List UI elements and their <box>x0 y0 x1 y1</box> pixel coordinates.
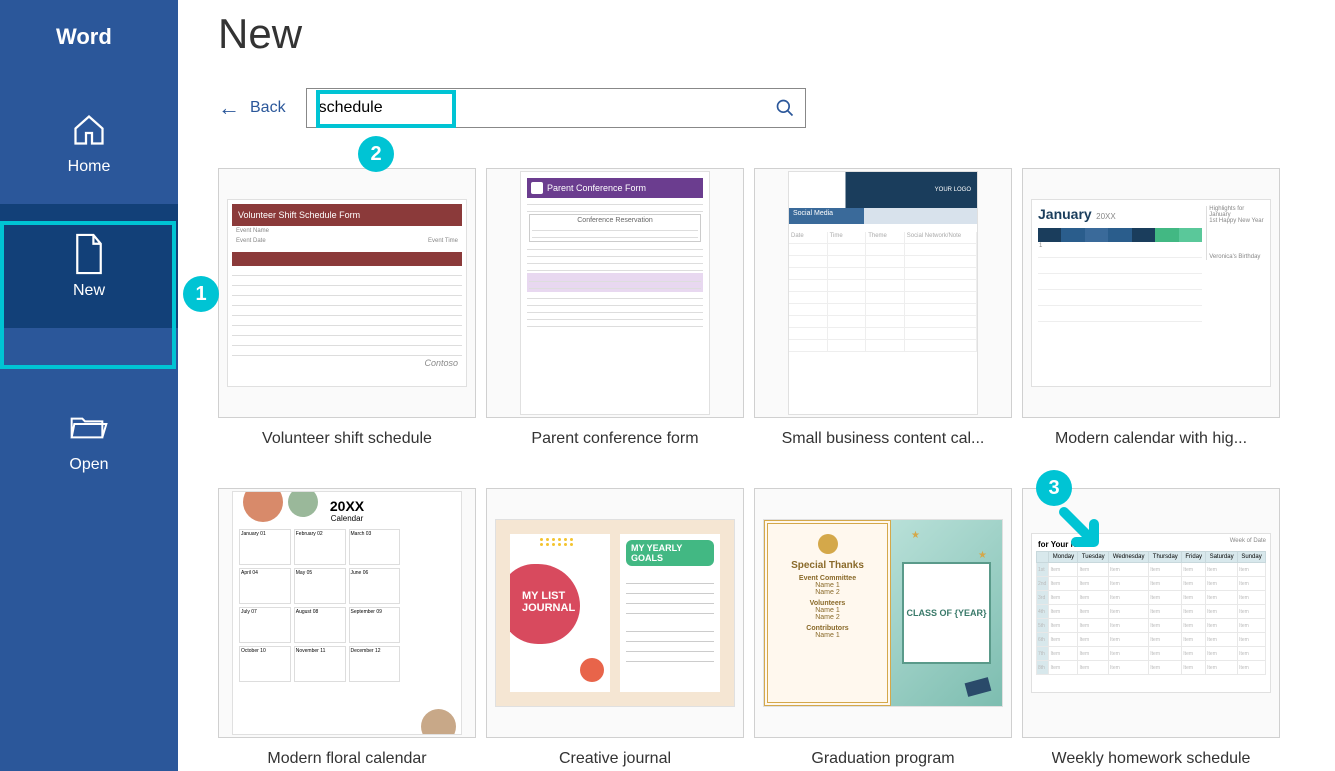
template-name: Modern floral calendar <box>267 750 426 768</box>
search-button[interactable] <box>765 89 805 127</box>
template-thumbnail: for Your NameWeek of Date MondayTuesdayW… <box>1022 488 1280 738</box>
template-modern-calendar-highlights[interactable]: January 20XX 1 Highlights for January <box>1022 168 1280 448</box>
template-name: Volunteer shift schedule <box>262 430 432 448</box>
sidebar: Word Home New Open <box>0 0 178 771</box>
template-parent-conference-form[interactable]: Parent Conference Form Conference Reserv… <box>486 168 744 448</box>
app-name: Word <box>0 0 178 80</box>
sidebar-item-new[interactable]: New <box>0 204 178 328</box>
sidebar-item-home[interactable]: Home <box>0 80 178 204</box>
template-weekly-homework-schedule[interactable]: for Your NameWeek of Date MondayTuesdayW… <box>1022 488 1280 768</box>
template-graduation-program[interactable]: Special Thanks Event Committee Name 1Nam… <box>754 488 1012 768</box>
template-thumbnail: Special Thanks Event Committee Name 1Nam… <box>754 488 1012 738</box>
template-name: Parent conference form <box>531 430 698 448</box>
home-icon <box>67 108 111 152</box>
template-name: Graduation program <box>811 750 954 768</box>
template-volunteer-shift-schedule[interactable]: Volunteer Shift Schedule Form Event Name… <box>218 168 476 448</box>
template-thumbnail: Parent Conference Form Conference Reserv… <box>486 168 744 418</box>
template-thumbnail: 20XX Calendar January 01February 02March… <box>218 488 476 738</box>
search-box <box>306 88 806 128</box>
template-name: Creative journal <box>559 750 671 768</box>
search-row: ← Back <box>218 88 1295 128</box>
search-input[interactable] <box>307 89 765 127</box>
templates-grid: Volunteer Shift Schedule Form Event Name… <box>218 168 1295 768</box>
page-title: New <box>218 10 1295 58</box>
template-thumbnail: Volunteer Shift Schedule Form Event Name… <box>218 168 476 418</box>
nav-label-new: New <box>73 282 105 300</box>
document-icon <box>67 232 111 276</box>
main-content: New ← Back Volunteer Shift Schedule Form <box>178 0 1335 771</box>
search-icon <box>775 98 795 118</box>
folder-open-icon <box>67 406 111 450</box>
template-name: Weekly homework schedule <box>1052 750 1251 768</box>
back-arrow-icon: ← <box>218 95 240 121</box>
template-thumbnail: YOUR LOGO Social Media DateTimeThemeSoci… <box>754 168 1012 418</box>
back-link[interactable]: ← Back <box>218 95 286 121</box>
template-modern-floral-calendar[interactable]: 20XX Calendar January 01February 02March… <box>218 488 476 768</box>
nav-label-home: Home <box>68 158 111 176</box>
template-name: Modern calendar with hig... <box>1055 430 1247 448</box>
template-small-business-content-calendar[interactable]: YOUR LOGO Social Media DateTimeThemeSoci… <box>754 168 1012 448</box>
template-thumbnail: January 20XX 1 Highlights for January <box>1022 168 1280 418</box>
template-name: Small business content cal... <box>782 430 985 448</box>
nav-label-open: Open <box>69 456 108 474</box>
template-thumbnail: MY LIST JOURNAL MY YEARLY GOALS <box>486 488 744 738</box>
back-label: Back <box>250 99 286 117</box>
sidebar-item-open[interactable]: Open <box>0 378 178 502</box>
template-creative-journal[interactable]: MY LIST JOURNAL MY YEARLY GOALS Creative… <box>486 488 744 768</box>
